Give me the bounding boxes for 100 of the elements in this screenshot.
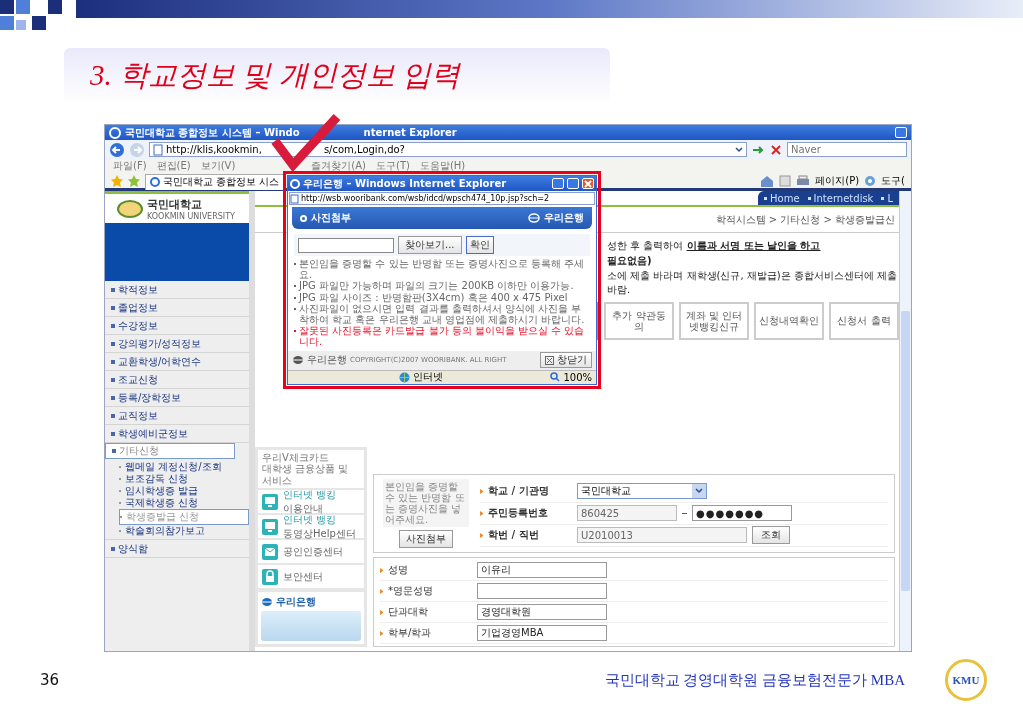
bullet-icon [881, 196, 885, 200]
menu-item[interactable]: 편집(E) [156, 159, 191, 173]
dash-separator [682, 512, 687, 514]
sidebar-item[interactable]: 조교신청 [105, 371, 249, 389]
bullet-icon [111, 546, 115, 551]
field-label: 학부/학과 [388, 626, 433, 640]
link-text: 동영상Help센터 [283, 526, 356, 541]
address-text: http://wsb.wooribank.com/wsb/idcd/wpsch474_10p.jsp?sch=2 [301, 194, 550, 203]
quick-link[interactable]: 인터넷 뱅킹 이용안내 [258, 490, 364, 513]
dropdown-button[interactable] [692, 484, 706, 498]
input-field[interactable]: 이유리 [477, 562, 607, 578]
top-nav-link[interactable]: Home [764, 192, 800, 204]
close-button[interactable] [582, 178, 594, 189]
minimize-button[interactable] [552, 178, 564, 189]
sidebar-subitem[interactable]: 국제학생증 신청 [119, 497, 249, 509]
link-text: 보안센터 [283, 569, 323, 584]
zoom-control[interactable]: 100% [550, 371, 592, 383]
field-label: 성명 [388, 563, 409, 577]
tools-menu[interactable]: 도구( [881, 173, 905, 188]
address-field[interactable]: http://wsb.wooribank.com/wsb/idcd/wpsch474_10p.jsp?sch=2 [289, 192, 595, 205]
sidebar-item[interactable]: 졸업정보 [105, 299, 249, 317]
input-field[interactable] [477, 583, 607, 599]
advertisement-card[interactable]: 우리은행 [258, 592, 364, 644]
browser-tab[interactable]: 국민대학교 종합정보 시스 [145, 173, 285, 190]
browser-icon [290, 178, 300, 189]
sidebar-subitem[interactable]: 보조감독 신청 [119, 473, 249, 485]
forward-icon [129, 141, 145, 158]
step-box: 신청내역확인 [754, 302, 824, 340]
close-icon [584, 179, 592, 188]
instruction-text: 필요없음) [607, 254, 653, 268]
bullet-icon [112, 449, 116, 453]
sidebar-subitem[interactable]: 학술회의참가보고 [119, 525, 249, 537]
field-label: 학교 / 기관명 [488, 484, 550, 498]
scrollbar-thumb[interactable] [901, 311, 910, 591]
promo-card[interactable]: 우리V체크카드 대학생 금융상품 및 서비스 [258, 449, 364, 488]
link-text: 인터넷 뱅킹 [283, 513, 338, 527]
page-number: 36 [40, 671, 60, 689]
bank-logo-icon [292, 355, 304, 365]
menu-item[interactable]: 보기(V) [200, 159, 236, 173]
step-box: 추가 약관동의 [604, 302, 674, 340]
link-text: 인터넷 뱅킹 [283, 487, 337, 502]
star-icon [128, 174, 140, 187]
sidebar-item[interactable]: 양식함 [105, 540, 249, 558]
popup-title: 우리은행 – Windows Internet Explorer [303, 176, 507, 191]
maximize-button[interactable] [567, 178, 579, 189]
sidebar-item[interactable]: 학적정보 [105, 281, 249, 299]
link-text: 이용안내 [283, 501, 324, 515]
address-field[interactable]: http://klis,kookmin, s/com,Login,do? [149, 142, 747, 157]
bullet-icon [111, 287, 115, 292]
sidebar-subitem[interactable]: 웹메일 계정신청/조회 [119, 461, 249, 473]
bullet-icon [480, 488, 483, 494]
input-field[interactable]: 기업경영MBA [477, 625, 607, 641]
dropdown-button[interactable] [735, 146, 743, 153]
school-select[interactable]: 국민대학교 [577, 483, 707, 499]
browser-icon [150, 177, 160, 187]
bank-logo-icon [261, 597, 273, 607]
search-field[interactable]: Naver [787, 142, 907, 157]
scrollbar[interactable] [899, 191, 911, 651]
star-icon [111, 174, 123, 187]
confirm-button[interactable]: 확인 [465, 236, 494, 254]
bullet-icon [807, 196, 811, 200]
brand-name: 우리은행 [307, 353, 347, 367]
bullet-icon [380, 630, 383, 636]
attach-photo-button[interactable]: 사진첨부 [399, 530, 453, 548]
photo-hint: 본인임을 증명할 수 있는 반명함 또는 증명사진을 넣어주세요. [383, 479, 469, 527]
chevron-icon [695, 488, 703, 494]
slide-title: 3. 학교정보 및 개인정보 입력 [90, 58, 460, 93]
notice-text: 잘못된 사진등록은 카드발급 불가 등의 불이익을 받으실 수 있습니다. [299, 325, 586, 348]
quick-link[interactable]: 보안센터 [258, 565, 364, 588]
quick-link[interactable]: 인터넷 뱅킹 동영상Help센터 [258, 515, 364, 538]
close-window-button[interactable]: 창닫기 [540, 352, 592, 368]
sidebar-item[interactable]: 교환학생/어학연수 [105, 353, 249, 371]
sidebar-item[interactable]: 교직정보 [105, 407, 249, 425]
menu-item[interactable]: 즐겨찾기(A) [311, 159, 366, 173]
top-nav-link[interactable]: L [881, 192, 893, 204]
sidebar-item[interactable]: 등록/장학정보 [105, 389, 249, 407]
notice-text: JPG 파일만 가능하며 파일의 크기는 200KB 이하만 이용가능. [299, 280, 574, 292]
brand-name: 우리은행 [276, 595, 316, 609]
page-menu[interactable]: 페이지(P) [815, 173, 860, 188]
promo-text: 우리V체크카드 [262, 451, 330, 463]
browser-icon [109, 126, 121, 139]
sidebar-item[interactable]: 강의평가/성적정보 [105, 335, 249, 353]
browse-button[interactable]: 찾아보기... [398, 236, 462, 254]
quick-link[interactable]: 공인인증센터 [258, 540, 364, 563]
top-nav-link[interactable]: Internetdisk [807, 192, 874, 204]
bullet-icon [111, 413, 115, 418]
file-path-field[interactable] [298, 237, 394, 253]
window-title: nternet Explorer [363, 127, 457, 138]
zone-text: 인터넷 [413, 370, 444, 384]
menu-item[interactable]: 도움말(H) [419, 159, 466, 173]
minimize-button[interactable] [895, 127, 907, 138]
sidebar-item[interactable]: 기타신청 [105, 443, 235, 459]
bullet-icon [480, 532, 483, 538]
input-field[interactable]: 경영대학원 [477, 604, 607, 620]
bullet-icon [111, 377, 115, 382]
sidebar-item[interactable]: 수강정보 [105, 317, 249, 335]
sidebar-subitem[interactable]: 임시학생증 발급 [119, 485, 249, 497]
menu-item[interactable]: 파일(F) [113, 159, 147, 173]
monitor-icon [261, 517, 279, 536]
menu-item[interactable]: 도구(T) [376, 159, 410, 173]
